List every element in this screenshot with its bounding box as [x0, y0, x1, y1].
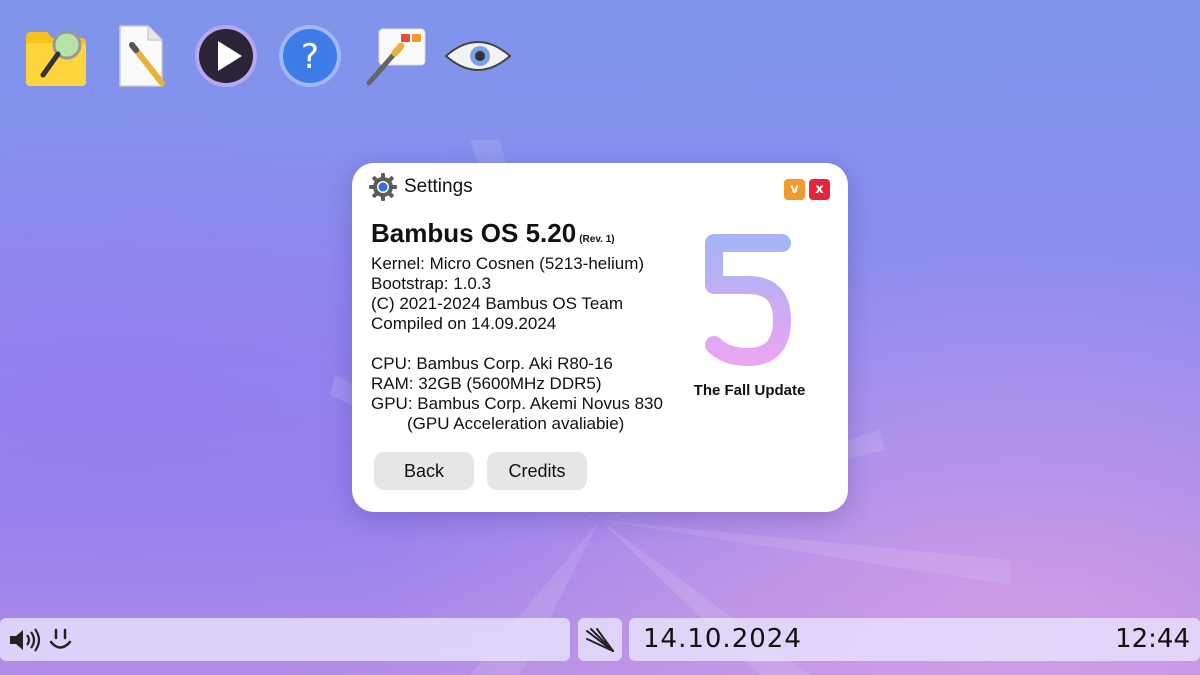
window-controls: v x: [784, 179, 830, 200]
bamboo-logo-icon: [586, 627, 614, 652]
minimize-button[interactable]: v: [784, 179, 805, 200]
ram-info: RAM: 32GB (5600MHz DDR5): [371, 374, 602, 393]
gear-icon: [369, 173, 397, 201]
settings-window: Settings v x Bambus OS 5.20 (Rev. 1) Kern…: [352, 163, 848, 512]
cpu-info: CPU: Bambus Corp. Aki R80-16: [371, 354, 613, 373]
taskbar-time: 12:44: [1115, 624, 1190, 654]
taskbar-tray: [0, 618, 570, 661]
release-tagline: The Fall Update: [693, 382, 806, 399]
gpu-note: (GPU Acceleration avaliabie): [407, 414, 625, 433]
back-button[interactable]: Back: [374, 452, 474, 490]
paint-icon[interactable]: [360, 22, 428, 90]
media-player-icon[interactable]: [192, 22, 260, 90]
smiley-icon[interactable]: [48, 627, 74, 653]
credits-button[interactable]: Credits: [487, 452, 587, 490]
start-button[interactable]: [578, 618, 622, 661]
svg-text:?: ?: [301, 37, 319, 77]
compiled-info: Compiled on 14.09.2024: [371, 314, 557, 333]
window-title: Settings: [404, 176, 473, 197]
help-icon[interactable]: ?: [276, 22, 344, 90]
system-info: Kernel: Micro Cosnen (5213-helium) Boots…: [371, 254, 663, 434]
copyright-info: (C) 2021-2024 Bambus OS Team: [371, 294, 623, 313]
kernel-info: Kernel: Micro Cosnen (5213-helium): [371, 254, 645, 273]
os-revision: (Rev. 1): [579, 234, 615, 245]
volume-icon[interactable]: [8, 627, 42, 653]
gpu-info: GPU: Bambus Corp. Akemi Novus 830: [371, 394, 663, 413]
taskbar-clock-panel[interactable]: 14.10.2024 12:44: [629, 618, 1200, 661]
file-search-icon[interactable]: [22, 22, 90, 90]
eye-icon[interactable]: [444, 22, 512, 90]
chevron-down-icon: v: [790, 182, 799, 197]
version-logo: [705, 234, 791, 366]
os-title: Bambus OS 5.20 (Rev. 1): [371, 218, 615, 249]
os-name: Bambus OS 5.20: [371, 218, 577, 248]
window-titlebar: Settings: [368, 173, 473, 201]
bootstrap-info: Bootstrap: 1.0.3: [371, 274, 492, 293]
taskbar-date: 14.10.2024: [643, 624, 802, 654]
close-button[interactable]: x: [809, 179, 830, 200]
text-editor-icon[interactable]: [106, 22, 174, 90]
close-icon: x: [815, 182, 824, 197]
